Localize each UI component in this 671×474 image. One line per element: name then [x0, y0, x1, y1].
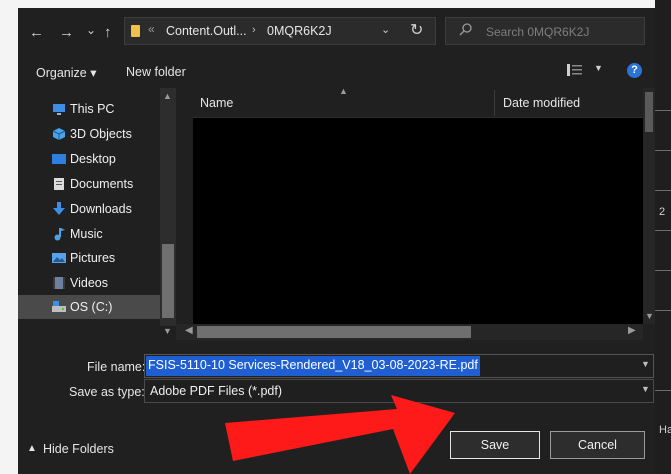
nav-item-this-pc[interactable]: This PC — [18, 97, 158, 121]
backdrop-left — [0, 0, 18, 474]
column-header-date-modified[interactable]: Date modified — [503, 96, 580, 110]
new-folder-button[interactable]: New folder — [126, 65, 186, 79]
nav-item-documents[interactable]: Documents — [18, 172, 158, 196]
background-gridline — [655, 190, 671, 191]
view-options-icon[interactable] — [566, 63, 584, 77]
column-divider[interactable] — [494, 90, 495, 116]
folder-icon — [131, 25, 140, 37]
nav-item-3d-objects[interactable]: 3D Objects — [18, 122, 158, 146]
nav-item-os-c[interactable]: OS (C:) — [18, 295, 158, 319]
file-name-label: File name: — [87, 360, 146, 374]
file-list-header — [193, 88, 653, 118]
up-button[interactable]: ↑ — [104, 25, 112, 41]
nav-item-pictures[interactable]: Pictures — [18, 246, 158, 270]
nav-scrollbar-thumb[interactable] — [162, 244, 174, 318]
column-header-name[interactable]: Name — [200, 96, 233, 110]
scroll-up-icon[interactable]: ▲ — [163, 91, 172, 101]
scroll-right-icon[interactable]: ▶ — [628, 325, 636, 336]
download-icon — [53, 202, 65, 215]
help-button[interactable]: ? — [627, 63, 642, 78]
nav-item-label: 3D Objects — [70, 127, 132, 141]
back-button[interactable]: ← — [29, 25, 44, 41]
background-text: 2 — [659, 206, 666, 218]
organize-menu[interactable]: Organize ▾ — [36, 65, 96, 80]
nav-item-videos[interactable]: Videos — [18, 271, 158, 295]
view-dropdown-icon[interactable]: ▼ — [594, 63, 603, 73]
nav-item-desktop[interactable]: Desktop — [18, 147, 158, 171]
scroll-down-icon[interactable]: ▼ — [163, 326, 172, 336]
nav-item-downloads[interactable]: Downloads — [18, 197, 158, 221]
red-arrow-annotation — [225, 395, 455, 474]
background-gridline — [655, 150, 671, 151]
monitor-icon — [53, 104, 65, 115]
save-as-type-label: Save as type: — [69, 385, 145, 399]
breadcrumb-current-folder[interactable]: 0MQR6K2J — [267, 24, 332, 38]
recent-locations-button[interactable]: ⌄ — [86, 22, 96, 38]
drive-icon — [52, 301, 66, 312]
hide-folders-button[interactable]: Hide Folders — [43, 442, 114, 456]
background-text: Ha — [659, 424, 671, 436]
pictures-icon — [52, 253, 66, 263]
music-icon — [54, 228, 65, 241]
scroll-down-icon[interactable]: ▼ — [645, 311, 654, 321]
cube-icon — [52, 128, 66, 140]
videos-icon — [53, 277, 65, 289]
nav-item-label: OS (C:) — [70, 300, 113, 314]
background-app-strip — [655, 0, 671, 474]
chevron-down-icon[interactable]: ▼ — [641, 384, 650, 394]
chevron-down-icon[interactable]: ⌄ — [381, 23, 390, 36]
cancel-button[interactable]: Cancel — [550, 431, 645, 459]
nav-item-music[interactable]: Music — [18, 222, 158, 246]
horizontal-scrollbar-thumb[interactable] — [197, 326, 471, 338]
backdrop-top — [0, 0, 671, 8]
breadcrumb-content-outlook[interactable]: Content.Outl... — [166, 24, 247, 38]
file-list[interactable] — [193, 118, 643, 324]
scroll-left-icon[interactable]: ◀ — [185, 325, 193, 336]
background-gridline — [655, 390, 671, 391]
background-gridline — [655, 270, 671, 271]
vertical-scrollbar-thumb[interactable] — [645, 92, 653, 132]
background-gridline — [655, 110, 671, 111]
nav-item-label: Music — [70, 227, 103, 241]
refresh-icon[interactable]: ↻ — [410, 20, 423, 40]
file-name-value[interactable]: FSIS-5110-10 Services-Rendered_V18_03-08… — [146, 356, 480, 376]
forward-button[interactable]: → — [59, 25, 74, 41]
nav-item-label: Desktop — [70, 152, 116, 166]
chevron-down-icon[interactable]: ▼ — [641, 359, 650, 369]
chevron-up-icon[interactable]: ▲ — [27, 443, 37, 454]
nav-item-label: Pictures — [70, 251, 116, 265]
nav-item-label: Documents — [70, 177, 134, 191]
sort-ascending-icon: ▲ — [339, 86, 348, 96]
nav-item-label: This PC — [70, 102, 115, 116]
nav-item-label: Videos — [70, 276, 108, 290]
background-gridline — [655, 310, 671, 311]
background-gridline — [655, 230, 671, 231]
address-overflow[interactable]: « — [148, 22, 155, 36]
breadcrumb-separator-icon: › — [252, 24, 256, 36]
nav-item-label: Downloads — [70, 202, 132, 216]
document-icon — [54, 178, 64, 190]
desktop-icon — [52, 154, 66, 164]
search-icon — [459, 23, 472, 36]
search-placeholder[interactable]: Search 0MQR6K2J — [486, 25, 589, 39]
